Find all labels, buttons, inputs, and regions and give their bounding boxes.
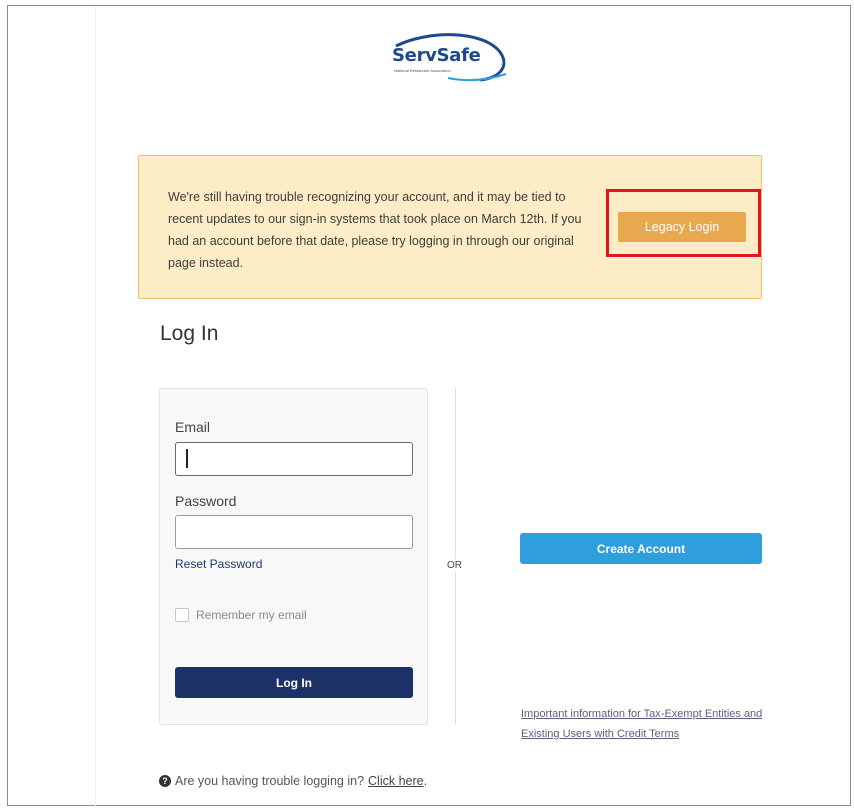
or-label: OR — [447, 559, 462, 572]
page-title: Log In — [160, 322, 219, 345]
screenshot-frame — [7, 5, 851, 806]
legacy-login-button[interactable]: Legacy Login — [618, 212, 746, 242]
help-suffix: . — [423, 774, 428, 788]
help-circle-icon: ? — [159, 775, 171, 787]
click-here-link[interactable]: Click here — [368, 774, 424, 788]
create-account-button[interactable]: Create Account — [520, 533, 762, 564]
remember-email-label[interactable]: Remember my email — [196, 608, 307, 622]
tax-exempt-info-link[interactable]: Important information for Tax-Exempt Ent… — [521, 704, 771, 744]
reset-password-link[interactable]: Reset Password — [175, 557, 262, 571]
help-question: Are you having trouble logging in? — [175, 774, 365, 788]
text-caret — [186, 449, 188, 468]
page-gutter — [95, 6, 96, 806]
log-in-button[interactable]: Log In — [175, 667, 413, 698]
password-label: Password — [175, 493, 237, 509]
login-help-row: ? Are you having trouble logging in? Cli… — [159, 774, 427, 788]
email-field[interactable] — [175, 442, 413, 476]
or-divider — [455, 388, 456, 725]
logo-wordmark: ServSafe — [392, 45, 481, 66]
email-label: Email — [175, 419, 211, 435]
alert-message: We're still having trouble recognizing y… — [168, 190, 582, 270]
remember-email-checkbox[interactable] — [175, 608, 189, 622]
password-field[interactable] — [175, 515, 413, 549]
servsafe-logo[interactable]: ServSafe National Restaurant Association — [388, 28, 518, 88]
logo-tagline: National Restaurant Association — [394, 68, 451, 73]
